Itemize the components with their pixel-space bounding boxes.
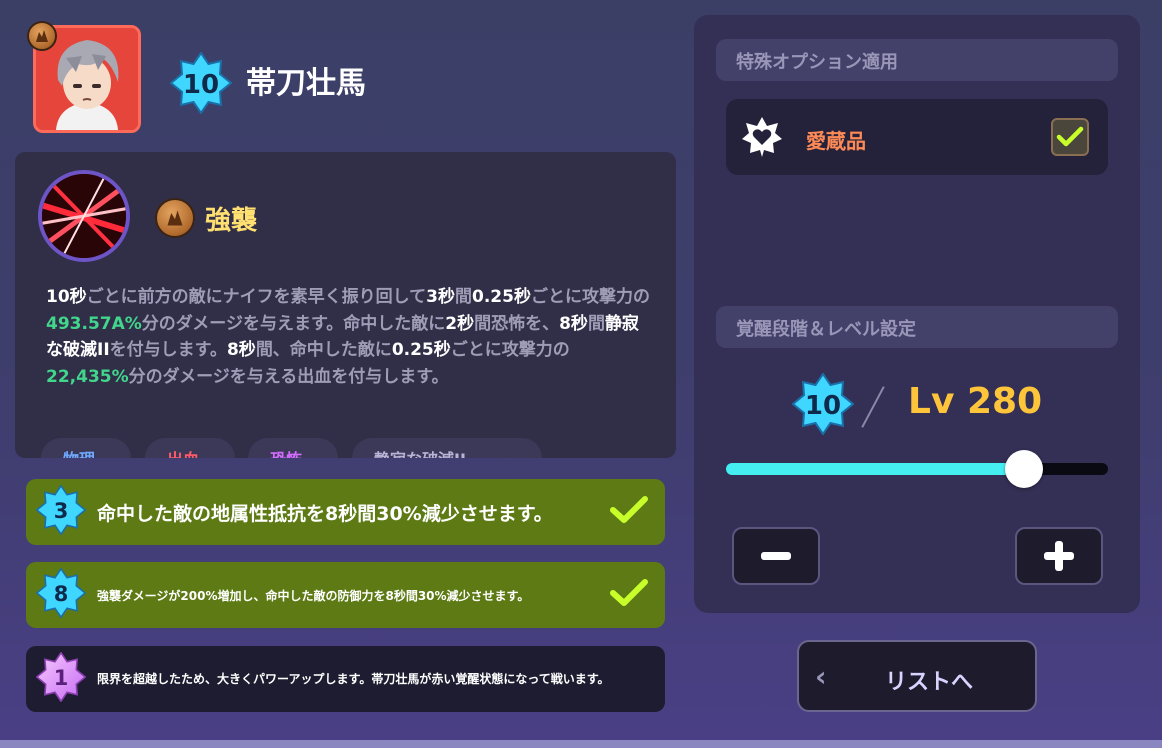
skill-description-run: ごとに前方の敵にナイフを素早く振り回して [86,287,427,307]
skill-description-run: 8秒 [226,340,256,360]
check-icon [609,578,649,612]
skill-description-run: 2秒 [445,313,475,334]
skill-description-run: 0.25秒 [391,340,451,360]
settings-panel: 特殊オプション適用 愛蔵品 覚醒段階＆レベル設定 10 Lv 280 [694,15,1140,613]
skill-description-run: を付与します。 [109,340,227,360]
skill-description-run: 8秒 [559,313,588,334]
skill-slash-icon [38,170,130,262]
plus-icon [1044,541,1074,571]
level-decrease-button[interactable] [732,527,820,585]
skill-description-run: 間、命中した敵に [255,340,392,360]
treasure-label: 愛蔵品 [806,129,866,153]
attribute-earth-icon [155,198,195,238]
header-grade: 10 [183,70,219,100]
character-name: 帯刀壮馬 [246,66,366,101]
skill-tag-label: 恐怖 [270,450,302,458]
attribute-earth-icon [27,21,57,51]
check-icon [609,495,649,529]
skill-tag-label: 出血 [167,450,199,458]
skill-description-run: 間 [455,287,473,307]
bottom-edge [0,740,1162,748]
passive-row[interactable]: 8 強襲ダメージが200%増加し、命中した敵の防御力を8秒間30%減少させます。 [26,562,665,628]
treasure-checkbox[interactable] [1051,118,1089,156]
passive-level: 8 [54,582,69,606]
skill-description-run: 分のダメージを与える出血を付与します。 [128,366,449,387]
passive-row[interactable]: 3 命中した敵の地属性抵抗を8秒間30%減少させます。 [26,479,665,545]
check-icon [1056,126,1084,147]
skill-card: 強襲 10秒ごとに前方の敵にナイフを素早く振り回して3秒間0.25秒ごとに攻撃力… [15,152,676,458]
level-slider-fill [726,463,1024,475]
skill-description-run: 0.25秒 [472,287,531,307]
level-increase-button[interactable] [1015,527,1103,585]
skill-description-run: 3秒 [426,287,456,307]
skill-description-run: 間 [587,313,605,334]
skill-description: 10秒ごとに前方の敵にナイフを素早く振り回して3秒間0.25秒ごとに攻撃力の49… [46,284,651,390]
skill-tag: 恐怖 [248,438,338,458]
passive-text: 限界を超越したため、大きくパワーアップします。帯刀壮馬が赤い覚醒状態になって戦い… [97,672,610,686]
chevron-left-icon: ‹ [815,660,827,693]
treasure-heart-icon [740,115,784,163]
passive-level-star-icon: 8 [35,567,87,622]
skill-description-run: 分のダメージを与えます。命中した敵に [141,313,446,334]
skill-description-run: 10秒 [46,287,87,307]
skill-description-run: ごとに攻撃力の [450,340,570,360]
back-to-list-label: リストへ [885,670,974,695]
skill-tag: 静寂な破滅II [352,438,542,458]
awakening-grade-star-icon: 10 [791,372,855,439]
skill-description-run: 間恐怖を、 [474,313,560,334]
passive-row[interactable]: 1 限界を超越したため、大きくパワーアップします。帯刀壮馬が赤い覚醒状態になって… [26,646,665,712]
special-option-header: 特殊オプション適用 [716,39,1118,81]
skill-tag: 出血 [145,438,235,458]
level-slider-thumb[interactable] [1005,450,1043,488]
skill-description-run: 22,435% [46,366,129,387]
treasure-option-card[interactable]: 愛蔵品 [726,99,1108,175]
awakening-grade: 10 [805,391,841,421]
skill-tag-label: 物理 [63,450,95,458]
skill-name: 強襲 [205,206,258,236]
passive-level-star-icon: 3 [35,484,87,539]
skill-description-run: ごとに攻撃力の [530,287,650,307]
level-value: Lv 280 [908,381,1043,422]
passive-text: 命中した敵の地属性抵抗を8秒間30%減少させます。 [97,503,553,525]
minus-icon [761,552,791,560]
grade-star-icon: 10 [169,51,233,118]
skill-tag-label: 静寂な破滅II [374,450,466,458]
skill-description-run: 493.57A% [46,313,142,334]
awakening-header: 覚醒段階＆レベル設定 [716,306,1118,348]
passive-text: 強襲ダメージが200%増加し、命中した敵の防御力を8秒間30%減少させます。 [97,589,530,603]
passive-level: 1 [54,666,69,690]
passive-level: 3 [54,499,69,523]
back-to-list-button[interactable]: ‹ リストへ [797,640,1037,712]
awakening-level-star-icon: 1 [35,651,87,706]
level-separator [861,386,885,428]
skill-tag: 物理 [41,438,131,458]
